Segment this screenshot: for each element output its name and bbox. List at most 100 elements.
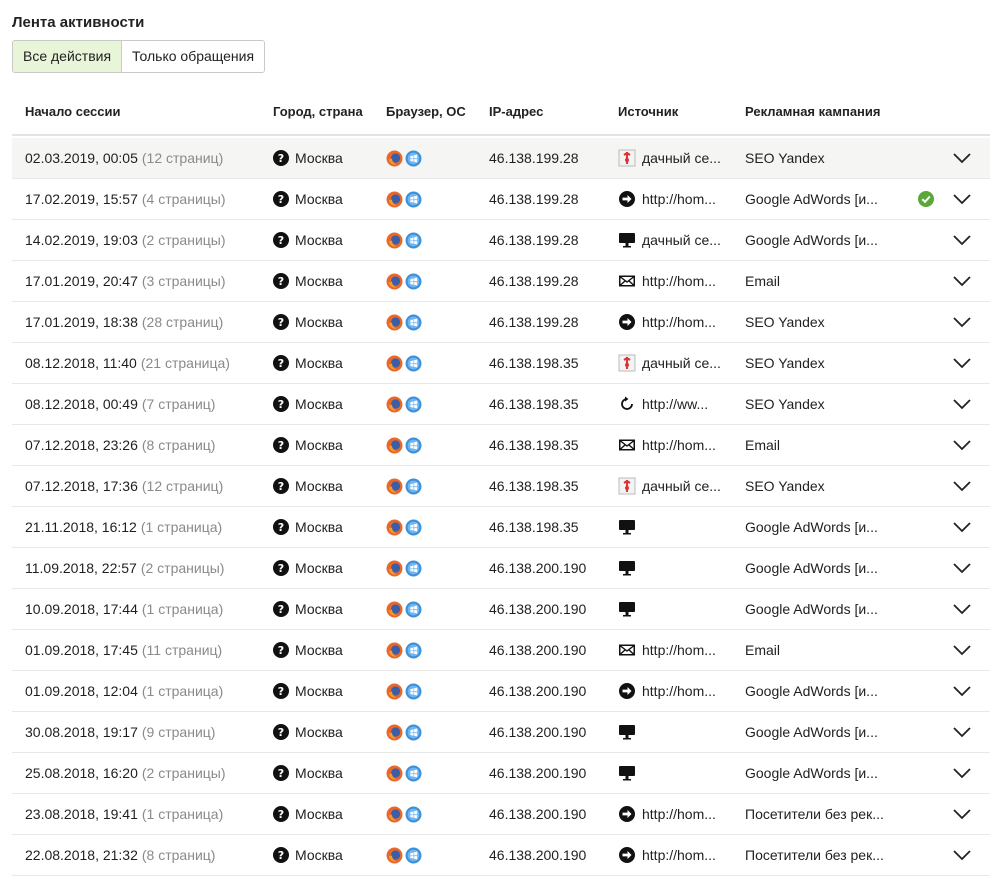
col-session-start[interactable]: Начало сессии: [25, 104, 120, 119]
city-name: Москва: [295, 273, 343, 289]
table-row[interactable]: 21.11.2018, 16:12 (1 страница)? Москва 46.1…: [12, 507, 990, 548]
expand-row-button[interactable]: [952, 220, 972, 260]
campaign-name: Google AdWords [и...: [745, 724, 878, 740]
expand-row-button[interactable]: [952, 179, 972, 219]
expand-row-button[interactable]: [952, 384, 972, 424]
monitor-icon: [618, 600, 636, 618]
expand-row-button[interactable]: [952, 835, 972, 875]
ip-address: 46.138.200.190: [489, 724, 587, 740]
campaign-name: Google AdWords [и...: [745, 683, 878, 699]
expand-row-button[interactable]: [952, 425, 972, 465]
table-row[interactable]: 02.03.2019, 00:05 (12 страниц)? Москва 46.1…: [12, 138, 990, 179]
tab-requests-only[interactable]: Только обращения: [122, 41, 265, 72]
monitor-icon: [618, 518, 636, 536]
browser-os-cell: [386, 671, 422, 711]
firefox-icon: [386, 232, 403, 249]
ip-address: 46.138.200.190: [489, 642, 587, 658]
table-row[interactable]: 01.09.2018, 17:45 (11 страниц)? Москва 46.1…: [12, 630, 990, 671]
os-icon: [405, 355, 422, 372]
ip-address: 46.138.199.28: [489, 232, 579, 248]
table-row[interactable]: 10.09.2018, 17:44 (1 страница)? Москва 46.1…: [12, 589, 990, 630]
svg-text:?: ?: [278, 439, 284, 452]
bookmark-icon: [618, 354, 636, 372]
city-name: Москва: [295, 478, 343, 494]
source-cell: дачный се...: [618, 220, 721, 260]
city-cell: ? Москва: [273, 589, 343, 629]
table-row[interactable]: 14.02.2019, 19:03 (2 страницы)? Москва 46.1…: [12, 220, 990, 261]
session-start-cell: 23.08.2018, 19:41 (1 страница): [25, 794, 223, 834]
table-row[interactable]: 17.02.2019, 15:57 (4 страницы)? Москва 46.1…: [12, 179, 990, 220]
expand-row-button[interactable]: [952, 712, 972, 752]
source-cell: [618, 712, 642, 752]
expand-row-button[interactable]: [952, 466, 972, 506]
table-row[interactable]: 01.09.2018, 12:04 (1 страница)? Москва 46.1…: [12, 671, 990, 712]
expand-row-button[interactable]: [952, 671, 972, 711]
table-row[interactable]: 25.08.2018, 16:20 (2 страницы)? Москва 46.1…: [12, 753, 990, 794]
session-start-cell: 11.09.2018, 22:57 (2 страницы): [25, 548, 224, 588]
chevron-down-icon: [952, 521, 972, 533]
os-icon: [405, 519, 422, 536]
col-source[interactable]: Источник: [618, 104, 678, 119]
source-text: http://hom...: [642, 683, 716, 699]
city-cell: ? Москва: [273, 220, 343, 260]
browser-os-cell: [386, 138, 422, 178]
table-row[interactable]: 11.09.2018, 22:57 (2 страницы)? Москва 46.1…: [12, 548, 990, 589]
table-row[interactable]: 23.08.2018, 19:41 (1 страница)? Москва 46.1…: [12, 794, 990, 835]
expand-row-button[interactable]: [952, 794, 972, 834]
source-cell: http://hom...: [618, 794, 716, 834]
table-row[interactable]: 08.12.2018, 00:49 (7 страниц)? Москва 46.13…: [12, 384, 990, 425]
session-date: 25.08.2018, 16:20: [25, 765, 138, 781]
ip-address: 46.138.200.190: [489, 765, 587, 781]
os-icon: [405, 150, 422, 167]
tab-all-actions[interactable]: Все действия: [13, 41, 123, 72]
ip-address: 46.138.198.35: [489, 437, 579, 453]
campaign-name: SEO Yandex: [745, 396, 825, 412]
expand-row-button[interactable]: [952, 302, 972, 342]
expand-row-button[interactable]: [952, 630, 972, 670]
table-row[interactable]: 22.08.2018, 21:32 (8 страниц)? Москва 46.13…: [12, 835, 990, 876]
expand-row-button[interactable]: [952, 548, 972, 588]
firefox-icon: [386, 601, 403, 618]
table-row[interactable]: 17.01.2019, 20:47 (3 страницы)? Москва 46.1…: [12, 261, 990, 302]
expand-row-button[interactable]: [952, 261, 972, 301]
col-browser[interactable]: Браузер, ОС: [386, 104, 466, 119]
browser-os-cell: [386, 343, 422, 383]
expand-row-button[interactable]: [952, 507, 972, 547]
source-cell: [618, 589, 642, 629]
city-cell: ? Москва: [273, 343, 343, 383]
city-cell: ? Москва: [273, 302, 343, 342]
col-campaign[interactable]: Рекламная кампания: [745, 104, 881, 119]
source-cell: http://hom...: [618, 671, 716, 711]
source-text: дачный се...: [642, 232, 721, 248]
table-row[interactable]: 08.12.2018, 11:40 (21 страница)? Москва 46.…: [12, 343, 990, 384]
session-date: 17.01.2019, 20:47: [25, 273, 138, 289]
firefox-icon: [386, 724, 403, 741]
col-city[interactable]: Город, страна: [273, 104, 363, 119]
ip-address: 46.138.198.35: [489, 519, 579, 535]
session-date: 01.09.2018, 17:45: [25, 642, 138, 658]
arrow-icon: [618, 682, 636, 700]
session-start-cell: 02.03.2019, 00:05 (12 страниц): [25, 138, 223, 178]
col-ip[interactable]: IP-адрес: [489, 104, 543, 119]
city-name: Москва: [295, 396, 343, 412]
source-cell: [618, 753, 642, 793]
refresh-icon: [618, 395, 636, 413]
table-row[interactable]: 07.12.2018, 23:26 (8 страниц)? Москва 46.13…: [12, 425, 990, 466]
table-row[interactable]: 30.08.2018, 19:17 (9 страниц)? Москва 46.13…: [12, 712, 990, 753]
chevron-down-icon: [952, 275, 972, 287]
table-row[interactable]: 17.01.2019, 18:38 (28 страниц)? Москва 46.1…: [12, 302, 990, 343]
expand-row-button[interactable]: [952, 753, 972, 793]
browser-os-cell: [386, 466, 422, 506]
session-date: 08.12.2018, 00:49: [25, 396, 138, 412]
table-row[interactable]: 07.12.2018, 17:36 (12 страниц)? Москва 46.1…: [12, 466, 990, 507]
page-count: (1 страница): [140, 519, 223, 535]
expand-row-button[interactable]: [952, 589, 972, 629]
browser-os-cell: [386, 384, 422, 424]
question-icon: ?: [273, 847, 295, 863]
city-cell: ? Москва: [273, 753, 343, 793]
os-icon: [405, 806, 422, 823]
page-count: (11 страниц): [141, 642, 223, 658]
expand-row-button[interactable]: [952, 343, 972, 383]
expand-row-button[interactable]: [952, 138, 972, 178]
page-count: (2 страницы): [140, 560, 225, 576]
